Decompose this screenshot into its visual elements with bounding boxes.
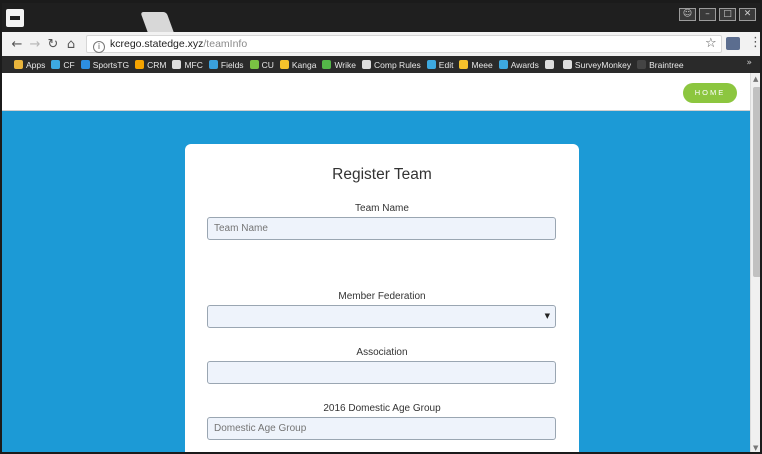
scroll-up-icon[interactable]: ▲ (753, 75, 758, 83)
address-bar[interactable]: i kcrego.statedge.xyz/teamInfo (86, 35, 722, 53)
bookmark-label: Edit (438, 59, 454, 70)
app-logo-icon (6, 9, 24, 27)
bookmark-label: Comp Rules (374, 59, 421, 70)
bookmark-item[interactable]: Edit (426, 59, 454, 70)
more-bookmarks-icon[interactable]: » (746, 58, 752, 68)
bookmark-favicon-icon (172, 60, 182, 69)
bookmark-label: CU (261, 59, 274, 70)
bookmark-label: Meee (471, 59, 493, 70)
bookmark-favicon-icon (208, 60, 218, 69)
bookmark-favicon-icon (362, 60, 372, 69)
bookmark-item[interactable]: Kanga (279, 59, 317, 70)
domestic-age-group-label: 2016 Domestic Age Group (323, 403, 441, 414)
bookmark-favicon-icon (459, 60, 469, 69)
menu-kebab-icon[interactable]: ⋮ (749, 35, 760, 50)
bookmark-favicon-icon (51, 60, 61, 69)
title-bar: ☺ – □ ✕ (2, 3, 760, 32)
bookmark-label: SurveyMonkey (574, 59, 632, 70)
bookmark-label: Fields (220, 59, 244, 70)
bookmark-favicon-icon (322, 60, 332, 69)
bookmark-label: CRM (147, 59, 167, 70)
association-label: Association (356, 347, 408, 358)
forward-icon[interactable]: → (26, 37, 44, 52)
browser-toolbar: ← → ↻ ⌂ i kcrego.statedge.xyz/teamInfo (2, 32, 760, 56)
bookmark-favicon-icon (14, 60, 23, 69)
close-button[interactable]: ✕ (739, 8, 756, 21)
bookmark-star-icon[interactable]: ☆ (705, 36, 717, 51)
domestic-age-group-input[interactable] (207, 417, 556, 440)
bookmark-favicon-icon (279, 60, 289, 69)
bookmark-item[interactable]: MFC (172, 59, 203, 70)
bookmark-item[interactable]: SurveyMonkey (562, 59, 632, 70)
home-icon[interactable]: ⌂ (62, 37, 80, 52)
browser-window: ☺ – □ ✕ ← → ↻ ⌂ i kcrego.statedge.xyz/tea… (0, 0, 762, 454)
page-header: HOME (2, 73, 750, 111)
register-team-card: Register Team Team Name Member Federatio… (185, 144, 579, 452)
dropdown-arrow-icon: ▼ (544, 312, 550, 320)
member-federation-select[interactable]: ▼ (207, 305, 556, 328)
info-icon[interactable]: i (93, 41, 105, 53)
team-name-label: Team Name (355, 203, 409, 214)
bookmark-favicon-icon (637, 60, 647, 69)
scroll-down-icon[interactable]: ▼ (753, 444, 758, 452)
bookmark-favicon-icon (426, 60, 436, 69)
address-host: kcrego.statedge.xyz (110, 38, 204, 50)
bookmark-item[interactable]: SportsTG (80, 59, 130, 70)
bookmark-label: Kanga (291, 59, 317, 70)
bookmark-label: Apps (26, 59, 46, 70)
bookmark-item[interactable]: CF (51, 59, 75, 70)
bookmark-item[interactable]: Wrike (322, 60, 356, 70)
bookmark-item[interactable]: Apps (14, 60, 45, 70)
back-icon[interactable]: ← (8, 37, 26, 52)
bookmarks-bar: Apps CF SportsTG CRM MFC Fields CU Kanga Wrike Co… (2, 56, 760, 73)
bookmark-favicon-icon (544, 60, 554, 69)
extension-icon[interactable] (726, 37, 740, 50)
bookmark-item[interactable]: CU (249, 59, 274, 70)
bookmark-item[interactable]: Awards (498, 59, 539, 70)
browser-tab[interactable] (140, 12, 174, 32)
bookmark-item[interactable] (544, 60, 557, 69)
bookmark-favicon-icon (498, 60, 508, 69)
association-field[interactable] (207, 361, 556, 384)
home-button[interactable]: HOME (683, 83, 737, 103)
scrollbar[interactable]: ▲ ▼ (750, 73, 760, 452)
maximize-button[interactable]: □ (719, 8, 736, 21)
bookmark-item[interactable]: Comp Rules (362, 60, 421, 70)
bookmark-label: Braintree (649, 59, 684, 70)
scroll-thumb[interactable] (753, 87, 760, 277)
bookmark-favicon-icon (135, 60, 145, 69)
bookmark-favicon-icon (80, 60, 90, 69)
bookmark-favicon-icon (249, 60, 259, 69)
bookmark-item[interactable]: Braintree (637, 60, 684, 70)
bookmark-label: SportsTG (92, 59, 130, 70)
bookmark-item[interactable]: CRM (135, 60, 166, 70)
form-title: Register Team (332, 166, 432, 183)
reload-icon[interactable]: ↻ (44, 37, 62, 52)
bookmark-label: Wrike (334, 59, 357, 70)
user-icon[interactable]: ☺ (679, 8, 696, 21)
bookmark-label: Awards (510, 59, 539, 70)
bookmark-favicon-icon (562, 60, 572, 69)
address-path: /teamInfo (203, 38, 248, 50)
bookmark-item[interactable]: Fields (208, 59, 244, 70)
bookmark-label: MFC (184, 59, 203, 70)
bookmark-label: CF (63, 59, 75, 70)
minimize-button[interactable]: – (699, 8, 716, 21)
window-controls: ☺ – □ ✕ (679, 8, 756, 21)
team-name-input[interactable] (207, 217, 556, 240)
member-federation-label: Member Federation (338, 291, 426, 302)
bookmark-item[interactable]: Meee (459, 59, 493, 70)
